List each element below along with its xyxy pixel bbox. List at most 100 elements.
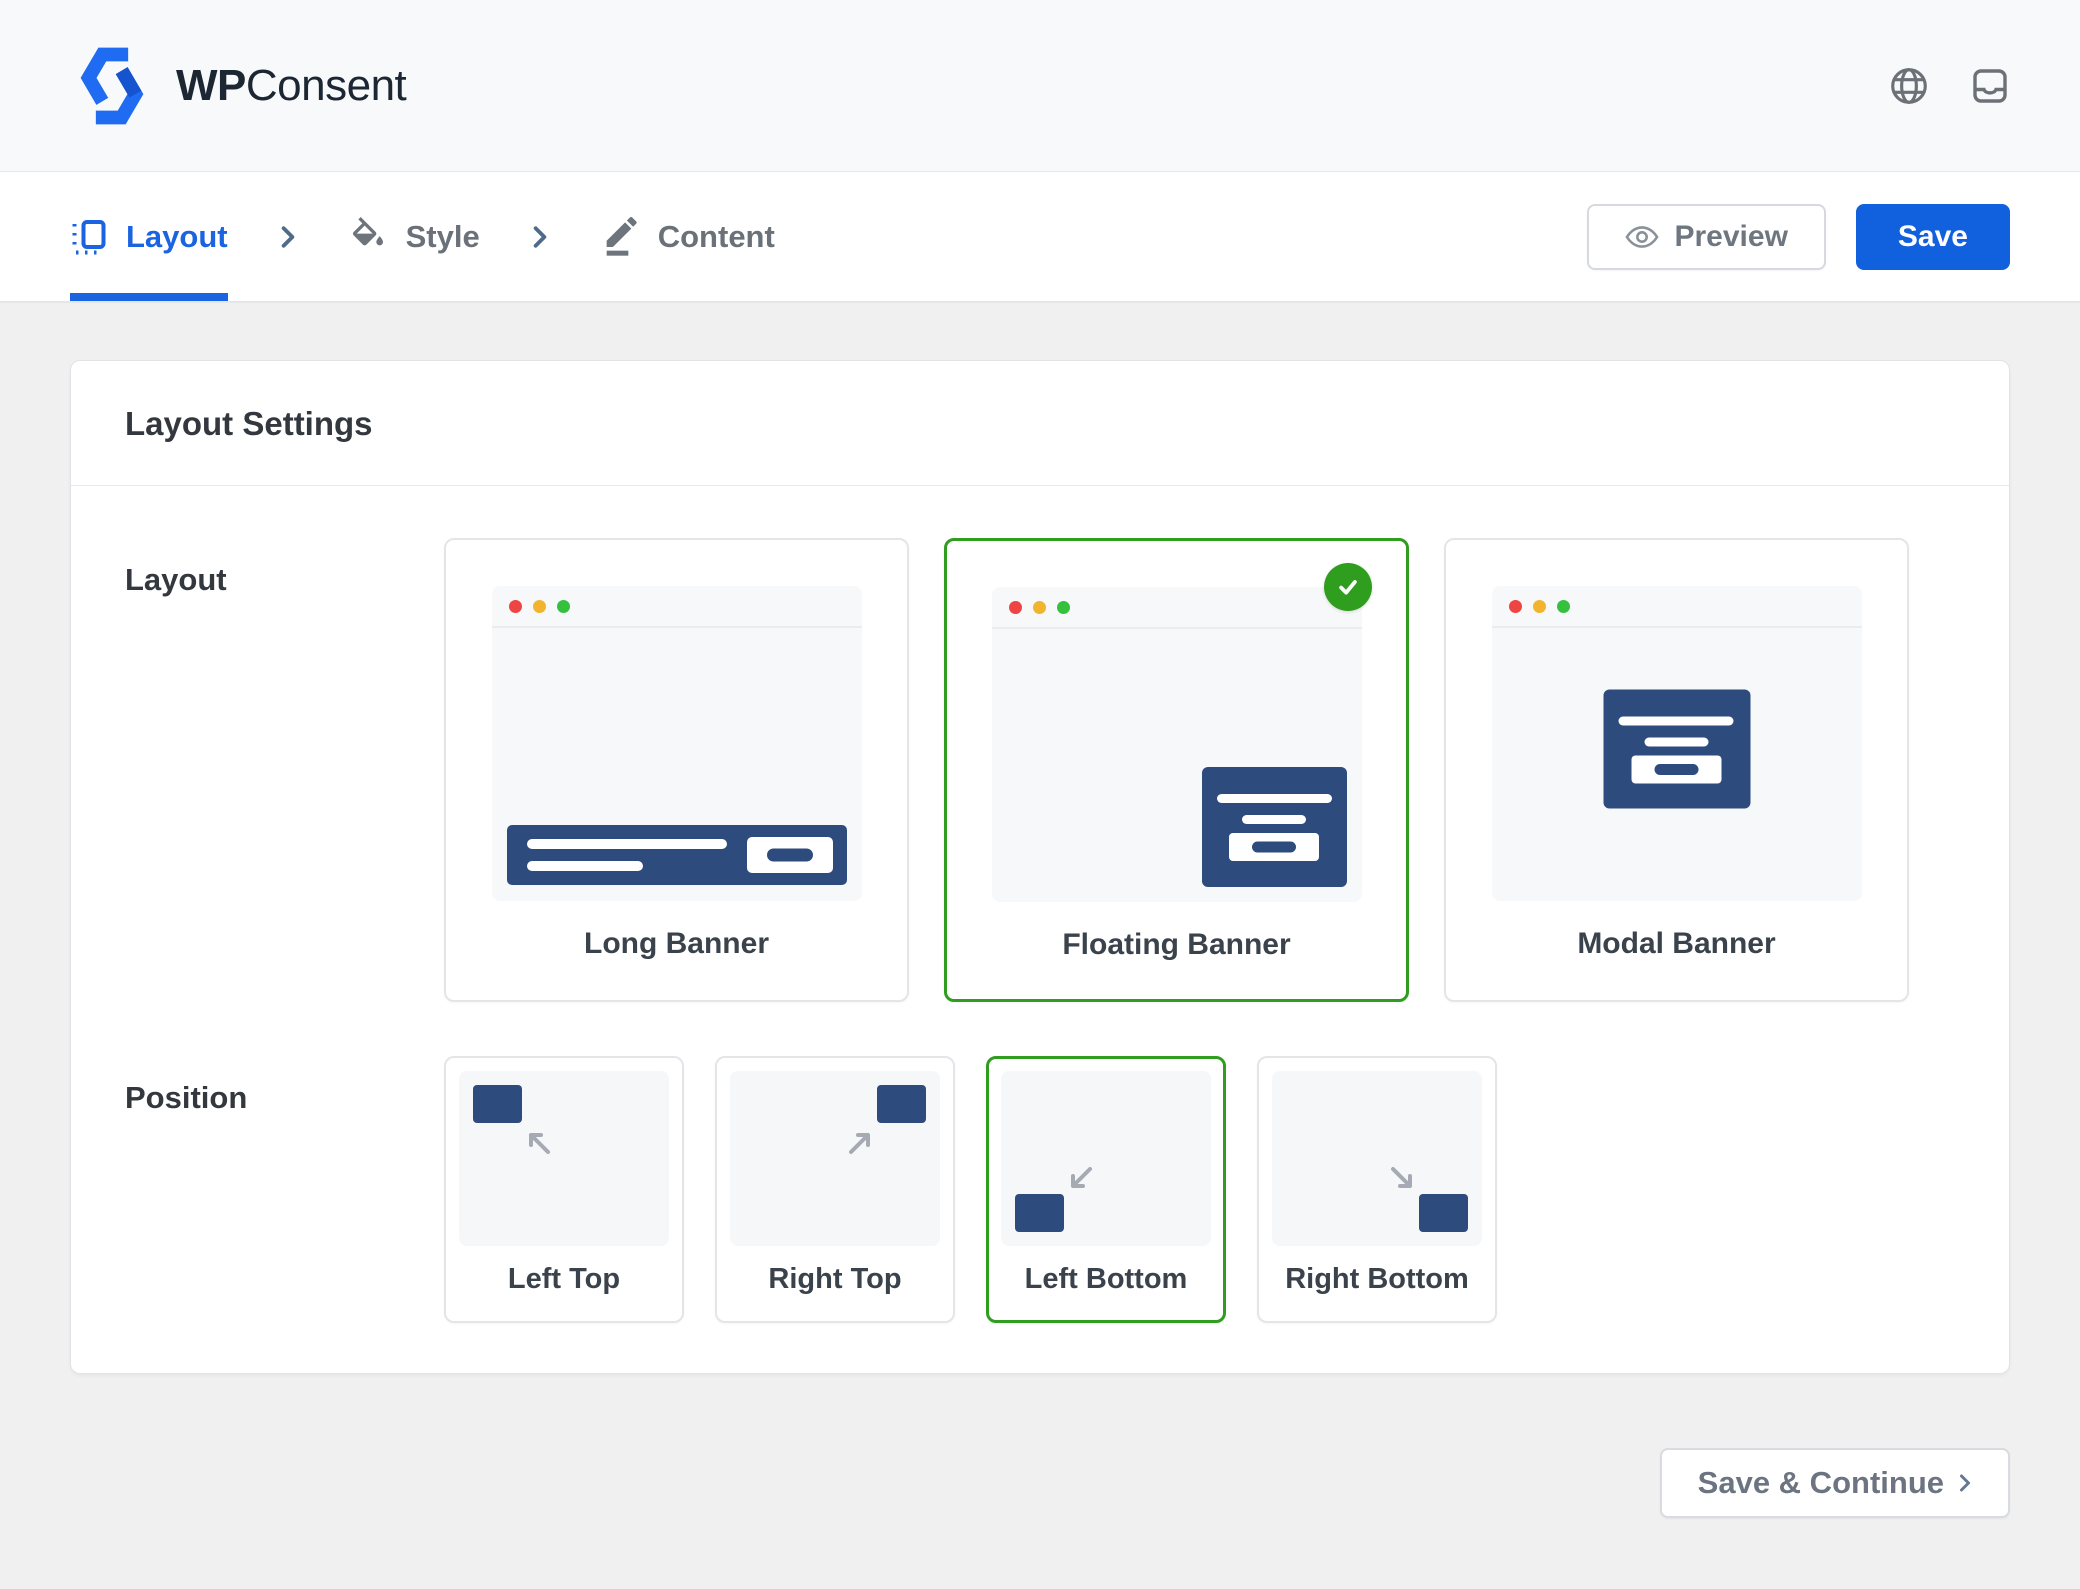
tab-layout-label: Layout bbox=[126, 219, 228, 255]
layout-option-long-banner[interactable]: Long Banner bbox=[444, 538, 909, 1002]
position-option-left-bottom[interactable]: Left Bottom bbox=[986, 1056, 1226, 1323]
banner-button bbox=[1229, 833, 1319, 861]
mockup-body bbox=[992, 631, 1362, 902]
banner-button-pill bbox=[1655, 764, 1699, 775]
position-option-label: Left Top bbox=[459, 1263, 669, 1296]
arrow-up-left-icon bbox=[523, 1127, 553, 1157]
layout-option-floating-banner[interactable]: Floating Banner bbox=[944, 538, 1409, 1002]
layout-option-label: Modal Banner bbox=[1446, 927, 1907, 961]
save-continue-button[interactable]: Save & Continue bbox=[1660, 1448, 2010, 1518]
banner-button bbox=[747, 837, 833, 873]
settings-tabbar: Layout Style Content bbox=[0, 172, 2080, 303]
layout-option-modal-banner[interactable]: Modal Banner bbox=[1444, 538, 1909, 1002]
mockup-body bbox=[492, 630, 862, 901]
selected-check-badge bbox=[1324, 563, 1372, 611]
layout-option-label: Long Banner bbox=[446, 927, 907, 961]
tab-style[interactable]: Style bbox=[348, 172, 480, 301]
wpconsent-logo-mark bbox=[70, 47, 154, 125]
traffic-dot-yellow bbox=[533, 600, 546, 613]
main-content: Layout Settings Layout bbox=[0, 303, 2080, 1518]
position-field-row: Position Left Top bbox=[125, 1056, 1955, 1323]
banner-text-line bbox=[1242, 815, 1306, 824]
wordmark-consent: Consent bbox=[246, 61, 406, 110]
tab-separator bbox=[532, 172, 548, 301]
position-preview-panel bbox=[1001, 1071, 1211, 1246]
position-option-label: Right Top bbox=[730, 1263, 940, 1296]
banner-button-pill bbox=[767, 849, 813, 862]
preview-button[interactable]: Preview bbox=[1587, 204, 1826, 270]
layout-options: Long Banner bbox=[444, 538, 1955, 1002]
tab-separator bbox=[280, 172, 296, 301]
header-icons bbox=[1888, 65, 2010, 107]
traffic-dot-red bbox=[1509, 600, 1522, 613]
banner-text-line bbox=[1645, 738, 1709, 747]
position-option-label: Left Bottom bbox=[1001, 1263, 1211, 1296]
position-preview-panel bbox=[730, 1071, 940, 1246]
wpconsent-logo: WPConsent bbox=[70, 47, 406, 125]
app-header: WPConsent bbox=[0, 0, 2080, 172]
traffic-dot-green bbox=[1057, 601, 1070, 614]
position-option-right-top[interactable]: Right Top bbox=[715, 1056, 955, 1323]
position-options: Left Top Right Top bbox=[444, 1056, 1955, 1323]
footer-actions: Save & Continue bbox=[70, 1374, 2010, 1518]
preview-button-label: Preview bbox=[1675, 220, 1788, 254]
mockup-topbar bbox=[492, 586, 862, 628]
check-icon bbox=[1333, 572, 1363, 602]
tabbar-actions: Preview Save bbox=[1587, 172, 2011, 301]
banner-placeholder bbox=[1419, 1194, 1468, 1232]
wordmark-wp: WP bbox=[176, 61, 246, 110]
layout-field-label: Layout bbox=[125, 538, 444, 1002]
layout-field-row: Layout bbox=[125, 538, 1955, 1002]
arrow-up-right-icon bbox=[846, 1127, 876, 1157]
inbox-icon[interactable] bbox=[1970, 66, 2010, 106]
layout-settings-card: Layout Settings Layout bbox=[70, 360, 2010, 1374]
position-option-right-bottom[interactable]: Right Bottom bbox=[1257, 1056, 1497, 1323]
chevron-right-icon bbox=[280, 225, 296, 249]
mockup-body bbox=[1492, 630, 1862, 901]
save-button[interactable]: Save bbox=[1856, 204, 2010, 270]
globe-icon[interactable] bbox=[1888, 65, 1930, 107]
card-body: Layout bbox=[71, 486, 2009, 1373]
traffic-dot-red bbox=[1009, 601, 1022, 614]
modal-banner-graphic bbox=[1603, 690, 1750, 809]
banner-placeholder bbox=[473, 1085, 522, 1123]
long-banner-graphic bbox=[507, 825, 847, 885]
banner-text-line bbox=[527, 861, 643, 871]
floating-banner-graphic bbox=[1202, 767, 1347, 887]
tab-style-label: Style bbox=[406, 219, 480, 255]
position-preview-panel bbox=[1272, 1071, 1482, 1246]
arrow-down-right-icon bbox=[1388, 1164, 1418, 1194]
traffic-dot-red bbox=[509, 600, 522, 613]
arrow-down-left-icon bbox=[1065, 1164, 1095, 1194]
traffic-dot-green bbox=[557, 600, 570, 613]
position-option-left-top[interactable]: Left Top bbox=[444, 1056, 684, 1323]
chevron-right-icon bbox=[532, 225, 548, 249]
banner-text-line bbox=[1618, 717, 1733, 726]
save-continue-label: Save & Continue bbox=[1698, 1465, 1944, 1501]
traffic-dot-yellow bbox=[1533, 600, 1546, 613]
layout-icon bbox=[70, 218, 108, 256]
paint-bucket-icon bbox=[348, 217, 388, 257]
wordmark: WPConsent bbox=[176, 61, 406, 111]
tab-layout[interactable]: Layout bbox=[70, 172, 228, 301]
banner-button bbox=[1632, 756, 1722, 784]
banner-placeholder bbox=[877, 1085, 926, 1123]
browser-mockup bbox=[492, 586, 862, 901]
tab-content[interactable]: Content bbox=[600, 172, 775, 301]
eye-icon bbox=[1625, 225, 1659, 249]
mockup-topbar bbox=[1492, 586, 1862, 628]
banner-text-line bbox=[527, 839, 727, 849]
tab-content-label: Content bbox=[658, 219, 775, 255]
banner-text-line bbox=[1217, 794, 1332, 803]
page-title: Layout Settings bbox=[125, 405, 1955, 443]
mockup-topbar bbox=[992, 587, 1362, 629]
banner-placeholder bbox=[1015, 1194, 1064, 1232]
browser-mockup bbox=[992, 587, 1362, 902]
position-field-label: Position bbox=[125, 1056, 444, 1323]
browser-mockup bbox=[1492, 586, 1862, 901]
card-header: Layout Settings bbox=[71, 361, 2009, 486]
wpconsent-settings-page: WPConsent Layout bbox=[0, 0, 2080, 1589]
chevron-right-icon bbox=[1958, 1471, 1972, 1495]
position-preview-panel bbox=[459, 1071, 669, 1246]
traffic-dot-yellow bbox=[1033, 601, 1046, 614]
